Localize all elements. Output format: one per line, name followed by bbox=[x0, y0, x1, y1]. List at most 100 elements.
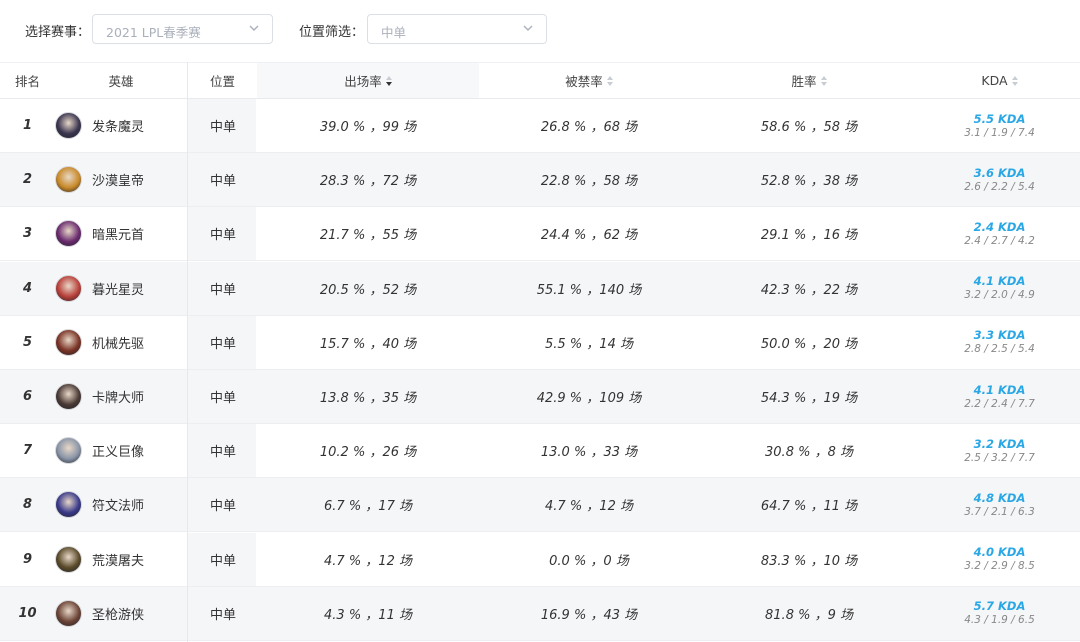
sort-icon bbox=[820, 75, 827, 86]
column-header-kda[interactable]: KDA bbox=[919, 63, 1080, 98]
hero-cell[interactable]: 沙漠皇帝 bbox=[0, 153, 187, 206]
hero-avatar bbox=[55, 491, 82, 519]
table-row[interactable]: 1 发条魔灵 中单 39.0 % ，99 场 26.8 % ，68 场 58.6 % ，5… bbox=[0, 99, 1080, 153]
column-header-ban-rate[interactable]: 被禁率 bbox=[479, 63, 699, 98]
kda-value: 5.5 KDA bbox=[973, 111, 1026, 126]
table-row[interactable]: 3 暗黑元首 中单 21.7 % ，55 场 24.4 % ，62 场 29.1 % ，1… bbox=[0, 207, 1080, 262]
position-cell: 中单 bbox=[188, 586, 256, 640]
hero-name: 沙漠皇帝 bbox=[92, 174, 145, 190]
table-row[interactable]: 8 符文法师 中单 6.7 % ，17 场 4.7 % ，12 场 64.7 % ，11 … bbox=[0, 478, 1080, 533]
hero-avatar bbox=[55, 166, 82, 194]
position-cell: 中单 bbox=[188, 478, 256, 532]
ban-rate-cell: 22.8 % ，58 场 bbox=[540, 174, 638, 190]
column-header-hero: 英雄 bbox=[108, 74, 134, 89]
hero-avatar bbox=[55, 274, 82, 302]
hero-name: 发条魔灵 bbox=[92, 120, 145, 135]
win-rate-cell: 30.8 % ，8 场 bbox=[765, 445, 853, 461]
kda-cell: 3.2 KDA 2.5 / 3.2 / 7.7 bbox=[919, 424, 1080, 477]
column-header-position: 位置 bbox=[210, 74, 236, 89]
pick-rate-cell: 4.3 % ，11 场 bbox=[324, 607, 412, 623]
position-cell: 中单 bbox=[188, 424, 256, 478]
kda-value: 4.8 KDA bbox=[973, 490, 1026, 505]
kda-detail: 2.5 / 3.2 / 7.7 bbox=[964, 451, 1035, 464]
hero-cell[interactable]: 卡牌大师 bbox=[0, 370, 187, 423]
hero-cell[interactable]: 发条魔灵 bbox=[0, 99, 187, 152]
kda-cell: 4.0 KDA 3.2 / 2.9 / 8.5 bbox=[919, 533, 1080, 586]
table-row[interactable]: 2 沙漠皇帝 中单 28.3 % ，72 场 22.8 % ，58 场 52.8 % ，3… bbox=[0, 153, 1080, 208]
position-select[interactable]: 中单 bbox=[367, 14, 547, 44]
kda-value: 4.0 KDA bbox=[973, 545, 1026, 560]
column-header-win-rate-label: 胜率 bbox=[791, 74, 817, 89]
hero-cell[interactable]: 圣枪游侠 bbox=[0, 587, 187, 640]
hero-cell[interactable]: 机械先驱 bbox=[0, 316, 187, 369]
kda-detail: 2.6 / 2.2 / 5.4 bbox=[964, 180, 1035, 193]
kda-value: 3.2 KDA bbox=[973, 436, 1026, 451]
kda-detail: 2.8 / 2.5 / 5.4 bbox=[964, 343, 1035, 356]
win-rate-cell: 29.1 % ，16 场 bbox=[760, 228, 858, 244]
kda-value: 4.1 KDA bbox=[973, 274, 1026, 289]
position-select-value: 中单 bbox=[381, 25, 407, 40]
ban-rate-cell: 13.0 % ，33 场 bbox=[540, 445, 638, 461]
column-header-pick-rate[interactable]: 出场率 bbox=[257, 63, 479, 98]
pick-rate-cell: 28.3 % ，72 场 bbox=[319, 174, 417, 190]
ban-rate-cell: 16.9 % ，43 场 bbox=[540, 607, 638, 623]
sort-icon bbox=[1011, 75, 1018, 86]
hero-cell[interactable]: 暮光星灵 bbox=[0, 262, 187, 315]
event-select[interactable]: 2021 LPL春季赛 bbox=[92, 14, 273, 44]
hero-cell[interactable]: 正义巨像 bbox=[0, 424, 187, 477]
event-filter-label: 选择赛事： bbox=[25, 25, 91, 40]
pick-rate-cell: 20.5 % ，52 场 bbox=[319, 282, 417, 298]
table-row[interactable]: 6 卡牌大师 中单 13.8 % ，35 场 42.9 % ，109 场 54.3 % ，… bbox=[0, 370, 1080, 424]
ban-rate-cell: 5.5 % ，14 场 bbox=[545, 336, 633, 352]
win-rate-cell: 64.7 % ，11 场 bbox=[760, 499, 858, 515]
table-row[interactable]: 4 暮光星灵 中单 20.5 % ，52 场 55.1 % ，140 场 42.3 % ，… bbox=[0, 261, 1080, 316]
hero-name: 暗黑元首 bbox=[92, 228, 145, 244]
kda-detail: 3.2 / 2.0 / 4.9 bbox=[964, 289, 1035, 302]
hero-name: 机械先驱 bbox=[92, 336, 145, 352]
win-rate-cell: 83.3 % ，10 场 bbox=[760, 553, 858, 569]
hero-cell[interactable]: 符文法师 bbox=[0, 478, 187, 531]
kda-cell: 3.3 KDA 2.8 / 2.5 / 5.4 bbox=[919, 316, 1080, 369]
table-row[interactable]: 7 正义巨像 中单 10.2 % ，26 场 13.0 % ，33 场 30.8 % ，8… bbox=[0, 424, 1080, 479]
event-select-value: 2021 LPL春季赛 bbox=[106, 25, 201, 40]
hero-avatar bbox=[55, 220, 82, 248]
column-header-win-rate[interactable]: 胜率 bbox=[699, 63, 919, 98]
pick-rate-cell: 13.8 % ，35 场 bbox=[319, 391, 417, 406]
win-rate-cell: 58.6 % ，58 场 bbox=[760, 120, 858, 135]
kda-detail: 3.1 / 1.9 / 7.4 bbox=[964, 126, 1035, 139]
column-divider bbox=[187, 62, 188, 642]
kda-detail: 2.2 / 2.4 / 7.7 bbox=[964, 397, 1035, 410]
kda-cell: 5.7 KDA 4.3 / 1.9 / 6.5 bbox=[919, 587, 1080, 640]
ban-rate-cell: 24.4 % ，62 场 bbox=[540, 228, 638, 244]
win-rate-cell: 50.0 % ，20 场 bbox=[760, 336, 858, 352]
hero-name: 圣枪游侠 bbox=[92, 607, 145, 623]
position-cell: 中单 bbox=[188, 532, 256, 586]
pick-rate-cell: 39.0 % ，99 场 bbox=[319, 120, 417, 135]
column-header-ban-rate-label: 被禁率 bbox=[565, 74, 603, 89]
kda-value: 5.7 KDA bbox=[973, 599, 1026, 614]
ban-rate-cell: 0.0 % ，0 场 bbox=[549, 553, 629, 569]
hero-avatar bbox=[55, 545, 82, 573]
hero-name: 暮光星灵 bbox=[92, 282, 145, 298]
hero-avatar bbox=[55, 599, 82, 627]
win-rate-cell: 42.3 % ，22 场 bbox=[760, 282, 858, 298]
kda-detail: 3.2 / 2.9 / 8.5 bbox=[964, 560, 1035, 573]
kda-detail: 3.7 / 2.1 / 6.3 bbox=[964, 505, 1035, 518]
table-row[interactable]: 9 荒漠屠夫 中单 4.7 % ，12 场 0.0 % ，0 场 83.3 % ，10 场… bbox=[0, 532, 1080, 587]
kda-detail: 2.4 / 2.7 / 4.2 bbox=[964, 234, 1035, 247]
kda-value: 3.3 KDA bbox=[973, 328, 1026, 343]
ban-rate-cell: 42.9 % ，109 场 bbox=[536, 391, 642, 406]
hero-name: 符文法师 bbox=[92, 499, 145, 515]
table-row[interactable]: 10 圣枪游侠 中单 4.3 % ，11 场 16.9 % ，43 场 81.8 % ，9… bbox=[0, 586, 1080, 641]
table-row[interactable]: 5 机械先驱 中单 15.7 % ，40 场 5.5 % ，14 场 50.0 % ，20… bbox=[0, 315, 1080, 370]
kda-cell: 4.1 KDA 3.2 / 2.0 / 4.9 bbox=[919, 262, 1080, 315]
kda-cell: 2.4 KDA 2.4 / 2.7 / 4.2 bbox=[919, 207, 1080, 260]
pick-rate-cell: 4.7 % ，12 场 bbox=[324, 553, 412, 569]
column-header-kda-label: KDA bbox=[981, 73, 1008, 88]
ban-rate-cell: 26.8 % ，68 场 bbox=[540, 120, 638, 135]
hero-cell[interactable]: 暗黑元首 bbox=[0, 207, 187, 260]
position-cell: 中单 bbox=[188, 261, 256, 315]
hero-cell[interactable]: 荒漠屠夫 bbox=[0, 533, 187, 586]
column-header-rank: 排名 bbox=[14, 74, 40, 89]
position-cell: 中单 bbox=[188, 370, 256, 423]
